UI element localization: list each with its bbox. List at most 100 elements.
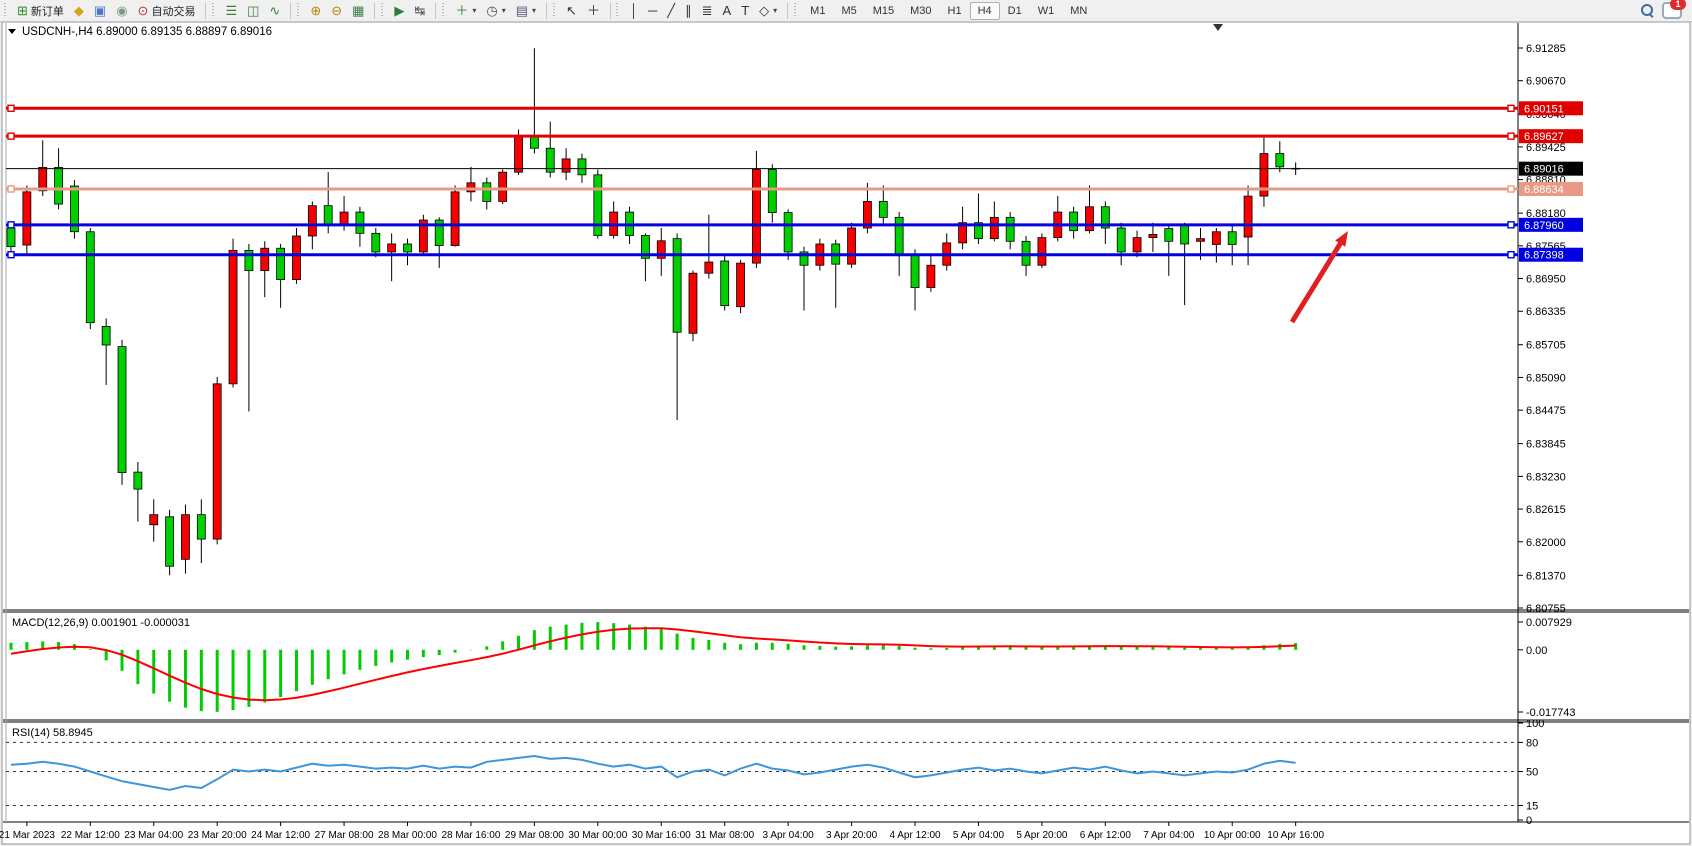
candle-body (1197, 239, 1205, 242)
level-handle-left[interactable] (8, 222, 14, 228)
indicators-button[interactable]: ＋▾ (450, 2, 481, 19)
svg-text:0.00: 0.00 (1526, 645, 1547, 657)
candle-body (1070, 212, 1078, 231)
candle-body (404, 244, 412, 252)
level-handle-left[interactable] (8, 186, 14, 192)
equidistant-channel-button[interactable]: ∥ (680, 2, 697, 19)
auto-trade-button[interactable]: ⊙自动交易 (133, 1, 201, 21)
templates-button[interactable]: ▤▾ (511, 2, 541, 19)
candle-body (990, 217, 998, 238)
level-handle-right[interactable] (1508, 133, 1514, 139)
level-handle-right[interactable] (1508, 186, 1514, 192)
crosshair-button[interactable]: ＋ (582, 2, 605, 19)
svg-text:80: 80 (1526, 737, 1538, 749)
new-order-label: 新订单 (31, 3, 64, 19)
zoom-out-button[interactable]: ⊖ (326, 2, 347, 19)
candle-body (1117, 228, 1125, 252)
templates-caret-icon[interactable]: ▾ (532, 6, 536, 15)
candle-body (499, 172, 507, 201)
timeframe-m1-button[interactable]: M1 (802, 2, 833, 20)
main-toolbar: ⊞新订单◆▣◉⊙自动交易☰◫∿⊕⊖▦▶↹＋▾◷▾▤▾↖＋│─╱∥≣AT◇▾M1M… (0, 0, 1692, 22)
candle-body (388, 244, 396, 252)
timeframe-m15-button[interactable]: M15 (865, 2, 902, 20)
candle-body (197, 515, 205, 539)
navigator-button[interactable]: ▣ (89, 2, 111, 19)
timeframe-mn-button[interactable]: MN (1062, 2, 1095, 20)
zoom-in-icon: ⊕ (310, 4, 321, 17)
svg-text:6.86950: 6.86950 (1526, 274, 1566, 286)
text-button[interactable]: A (718, 2, 737, 19)
profiles-button[interactable]: ◆ (69, 2, 89, 19)
candle-body (86, 232, 94, 323)
indicators-caret-icon[interactable]: ▾ (472, 6, 476, 15)
level-handle-right[interactable] (1508, 252, 1514, 258)
text-label-button[interactable]: T (736, 2, 754, 19)
shapes-button[interactable]: ◇▾ (754, 2, 782, 19)
vertical-line-icon: │ (630, 4, 638, 17)
price-chart-svg[interactable]: 6.912856.906706.900406.894256.888106.881… (0, 22, 1692, 846)
cursor-button[interactable]: ↖ (561, 2, 582, 19)
candle-body (848, 228, 856, 264)
timeframe-h1-button[interactable]: H1 (940, 2, 970, 20)
equidistant-channel-icon: ∥ (685, 4, 692, 17)
periods-caret-icon[interactable]: ▾ (502, 6, 506, 15)
line-chart-button[interactable]: ∿ (264, 2, 285, 19)
candle-body (1165, 229, 1173, 242)
svg-text:6.86335: 6.86335 (1526, 306, 1566, 318)
level-handle-right[interactable] (1508, 105, 1514, 111)
level-handle-left[interactable] (8, 252, 14, 258)
candle-body (39, 167, 47, 190)
timeframe-w1-button[interactable]: W1 (1030, 2, 1063, 20)
fibonacci-button[interactable]: ≣ (697, 2, 718, 19)
time-axis-label: 27 Mar 08:00 (315, 830, 374, 841)
level-handle-left[interactable] (8, 133, 14, 139)
horizontal-line-button[interactable]: ─ (643, 2, 662, 19)
chart-window[interactable]: 6.912856.906706.900406.894256.888106.881… (0, 22, 1692, 846)
time-axis-label: 22 Mar 12:00 (61, 830, 120, 841)
candle-body (181, 515, 189, 560)
shapes-caret-icon[interactable]: ▾ (773, 6, 777, 15)
candle-body (356, 212, 364, 233)
candle-body (927, 265, 935, 287)
new-order-button[interactable]: ⊞新订单 (12, 1, 69, 21)
candle-body (308, 206, 316, 236)
chart-shift-button[interactable]: ↹ (409, 2, 430, 19)
time-axis-label: 23 Mar 04:00 (124, 830, 183, 841)
level-handle-left[interactable] (8, 105, 14, 111)
time-axis-label: 24 Mar 12:00 (251, 830, 310, 841)
svg-text:6.81370: 6.81370 (1526, 570, 1566, 582)
svg-text:6.82000: 6.82000 (1526, 537, 1566, 549)
svg-text:15: 15 (1526, 800, 1538, 812)
candle-body (134, 472, 142, 489)
time-axis-label: 4 Apr 12:00 (889, 830, 941, 841)
candle-body (879, 201, 887, 217)
candle-body (213, 384, 221, 539)
trendline-button[interactable]: ╱ (662, 2, 680, 19)
svg-text:6.85090: 6.85090 (1526, 372, 1566, 384)
auto-scroll-button[interactable]: ▶ (389, 2, 409, 19)
candle-body (673, 239, 681, 333)
timeframe-m5-button[interactable]: M5 (833, 2, 864, 20)
candle-body (166, 517, 174, 566)
search-icon[interactable] (1641, 4, 1654, 17)
timeframe-d1-button[interactable]: D1 (1000, 2, 1030, 20)
periods-button[interactable]: ◷▾ (481, 2, 510, 19)
candle-body (292, 236, 300, 280)
zoom-in-button[interactable]: ⊕ (305, 2, 326, 19)
bar-chart-button[interactable]: ☰ (220, 2, 242, 19)
timeframe-m30-button[interactable]: M30 (902, 2, 939, 20)
candle-body (1133, 238, 1141, 252)
chat-icon[interactable]: 1 (1662, 2, 1682, 19)
candle-body (483, 183, 491, 202)
level-handle-right[interactable] (1508, 222, 1514, 228)
vertical-line-button[interactable]: │ (625, 2, 643, 19)
candle-body (530, 137, 538, 149)
tile-windows-button[interactable]: ▦ (347, 2, 369, 19)
svg-text:6.91285: 6.91285 (1526, 43, 1566, 55)
candle-body (784, 213, 792, 252)
svg-text:6.80755: 6.80755 (1526, 603, 1566, 615)
signal-button[interactable]: ◉ (111, 2, 132, 19)
candlestick-chart-button[interactable]: ◫ (242, 2, 264, 19)
svg-text:100: 100 (1526, 718, 1544, 730)
timeframe-h4-button[interactable]: H4 (970, 2, 1000, 20)
